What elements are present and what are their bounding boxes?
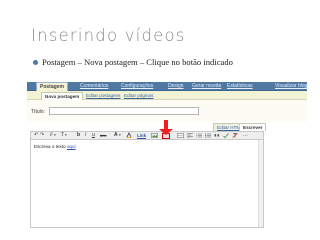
font-dropdown-icon[interactable]: ▾ bbox=[54, 132, 56, 139]
subtab-nova-postagem[interactable]: Nova postagem bbox=[41, 92, 84, 100]
subtab-editar-postagens[interactable]: Editar postagens bbox=[83, 92, 123, 100]
underline-icon[interactable]: u bbox=[92, 132, 95, 139]
blogger-sub-nav: Nova postagem Editar postagens Editar pá… bbox=[27, 91, 307, 100]
insert-image-icon[interactable] bbox=[151, 133, 158, 140]
editor-toolbar: ↶ ↷ F ▾ T ▾ b i u abc A ▾ Link … bbox=[30, 131, 264, 140]
more-options-icon[interactable]: … bbox=[243, 132, 248, 139]
blockquote-icon[interactable] bbox=[214, 133, 220, 140]
italic-icon[interactable]: i bbox=[85, 132, 86, 139]
title-row: Título: bbox=[27, 100, 307, 122]
bulleted-list-icon[interactable] bbox=[205, 133, 211, 140]
bullet-item: Postagem – Nova postagem – Clique no bot… bbox=[33, 57, 233, 67]
tab-estatisticas[interactable]: Estatísticas bbox=[224, 82, 256, 91]
slide-title: Inserindo vídeos bbox=[31, 26, 186, 45]
editor-text: Escreva o texto bbox=[34, 144, 67, 149]
font-size-icon[interactable]: T bbox=[61, 132, 64, 139]
link-button[interactable]: Link bbox=[137, 132, 146, 139]
remove-formatting-icon[interactable] bbox=[232, 133, 238, 140]
editor-link[interactable]: aqui bbox=[67, 144, 76, 149]
tab-design[interactable]: Design bbox=[165, 82, 187, 91]
tab-configuracoes[interactable]: Configurações bbox=[118, 82, 156, 91]
blogger-top-nav: Postagem Comentários Configurações Desig… bbox=[27, 82, 307, 91]
highlight-color-icon[interactable] bbox=[126, 132, 132, 139]
text-color-icon[interactable]: A bbox=[114, 132, 118, 139]
title-input[interactable] bbox=[49, 107, 199, 115]
tab-comentarios[interactable]: Comentários bbox=[77, 82, 111, 91]
bullet-text: Postagem – Nova postagem – Clique no bot… bbox=[42, 57, 233, 67]
spellcheck-icon[interactable] bbox=[223, 133, 229, 140]
tab-gerar-receita[interactable]: Gerar receita bbox=[189, 82, 224, 91]
size-dropdown-icon[interactable]: ▾ bbox=[65, 132, 67, 139]
bullet-dot bbox=[33, 59, 38, 65]
bold-icon[interactable]: b bbox=[77, 132, 80, 139]
compose-tab[interactable]: Escrever bbox=[239, 123, 267, 131]
view-blog-link[interactable]: Visualizar blog bbox=[272, 82, 307, 91]
editor-placeholder: Escreva o texto aqui bbox=[34, 144, 76, 149]
tab-postagem[interactable]: Postagem bbox=[36, 82, 68, 91]
redo-icon[interactable]: ↷ bbox=[40, 132, 44, 139]
strikethrough-icon[interactable]: abc bbox=[100, 132, 106, 139]
title-label: Título: bbox=[31, 109, 45, 115]
jump-break-icon[interactable] bbox=[177, 133, 184, 140]
red-arrow-icon bbox=[159, 129, 173, 135]
align-left-icon[interactable] bbox=[187, 133, 193, 140]
subtab-editar-paginas[interactable]: Editar páginas bbox=[121, 92, 156, 100]
font-family-icon[interactable]: F bbox=[50, 132, 53, 139]
editor-scrollbar[interactable] bbox=[258, 140, 263, 227]
post-editor-area[interactable]: Escreva o texto aqui bbox=[30, 140, 264, 228]
blogger-screenshot: Postagem Comentários Configurações Desig… bbox=[27, 82, 307, 228]
numbered-list-icon[interactable] bbox=[196, 133, 202, 140]
undo-icon[interactable]: ↶ bbox=[34, 132, 38, 139]
color-dropdown-icon[interactable]: ▾ bbox=[119, 132, 121, 139]
